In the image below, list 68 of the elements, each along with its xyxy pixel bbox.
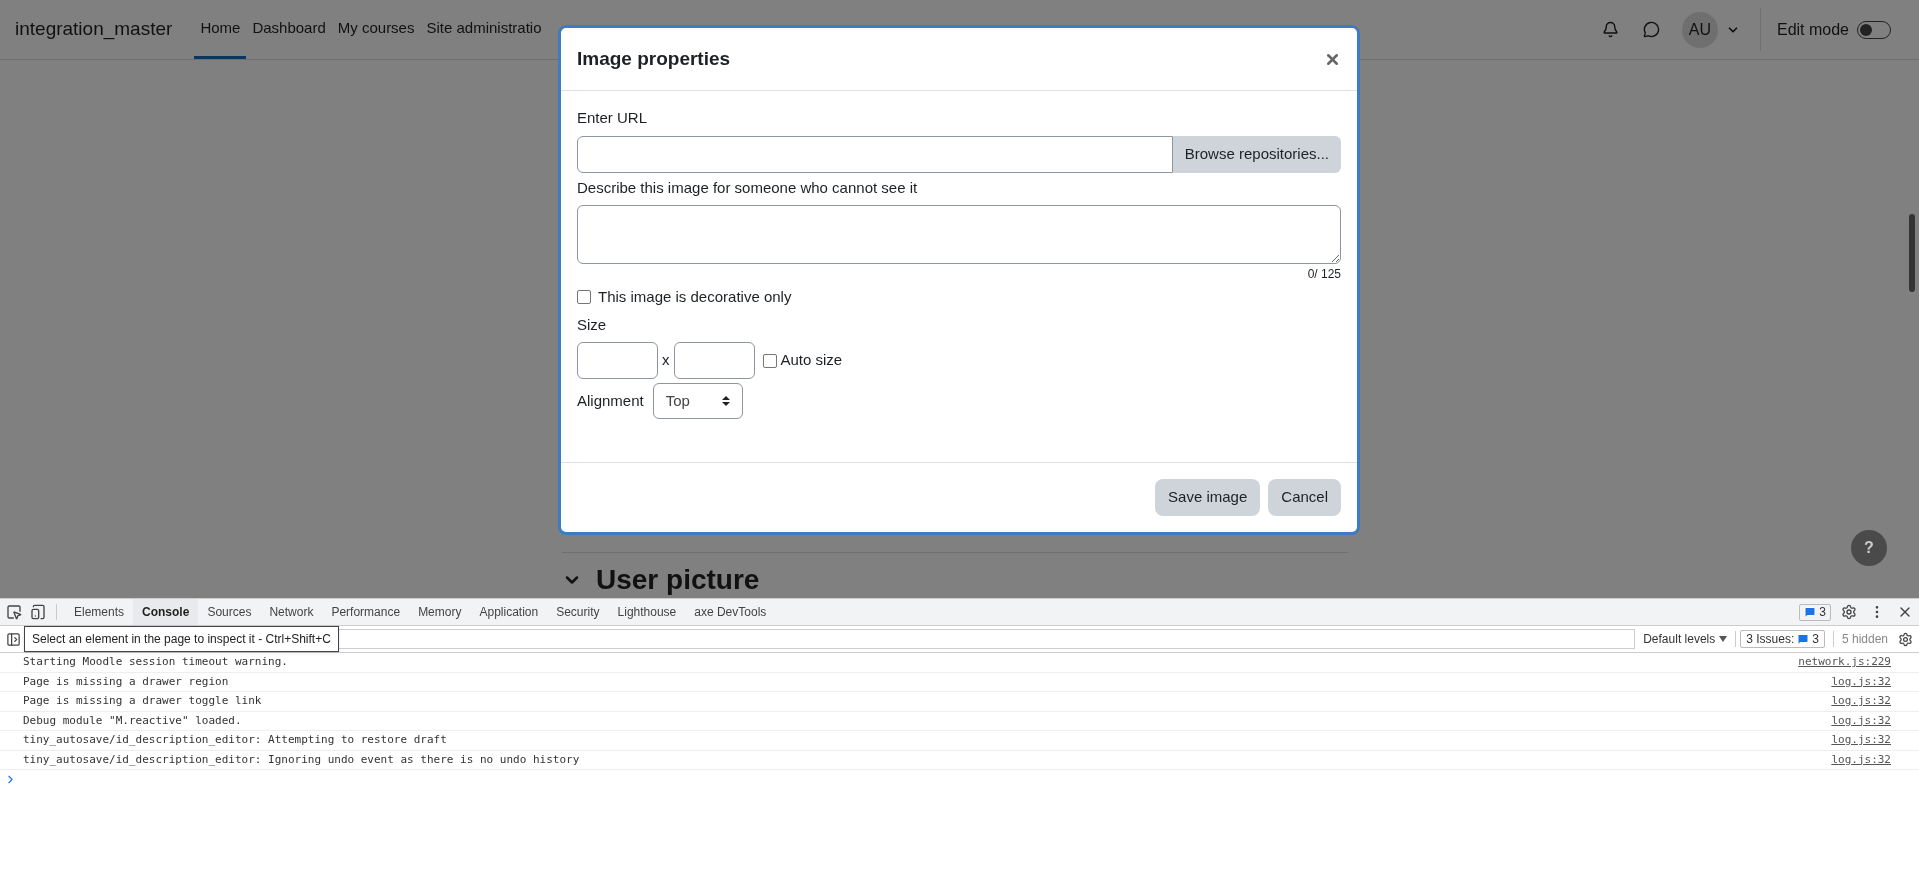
edit-mode-label: Edit mode: [1776, 19, 1849, 40]
user-avatar[interactable]: AU: [1681, 11, 1718, 48]
devtools-tab[interactable]: Application: [470, 599, 548, 625]
devtools-tab[interactable]: Console: [133, 599, 199, 625]
browse-repositories-button[interactable]: Browse repositories...: [1172, 135, 1341, 173]
scrollbar-thumb[interactable]: [1909, 214, 1915, 292]
nav-link[interactable]: Site administratio: [420, 0, 548, 59]
messages-badge[interactable]: 3: [1799, 603, 1831, 621]
alignment-label: Alignment: [577, 390, 644, 411]
devtools-tab[interactable]: axe DevTools: [685, 599, 776, 625]
description-field[interactable]: [577, 205, 1341, 264]
bell-icon[interactable]: [1601, 21, 1619, 38]
settings-icon[interactable]: [1841, 604, 1857, 620]
height-field[interactable]: [673, 342, 755, 379]
issues-counter[interactable]: 3 Issues: 3: [1740, 630, 1825, 648]
description-label: Describe this image for someone who cannot see it: [577, 177, 919, 198]
devtools-tab[interactable]: Memory: [409, 599, 471, 625]
devtools-tab[interactable]: Network: [260, 599, 323, 625]
devtools-tab[interactable]: Performance: [322, 599, 410, 625]
sidebar-toggle-icon[interactable]: [6, 631, 21, 647]
device-toolbar-icon[interactable]: [30, 604, 46, 620]
cancel-button[interactable]: Cancel: [1268, 479, 1341, 516]
message-icon: [1804, 606, 1817, 618]
source-link[interactable]: network.js:229: [1798, 654, 1891, 671]
width-field[interactable]: [577, 342, 658, 379]
source-link[interactable]: log.js:32: [1831, 751, 1891, 768]
edit-mode-toggle[interactable]: [1857, 20, 1891, 39]
site-name[interactable]: integration_master: [15, 15, 173, 44]
size-label: Size: [577, 314, 608, 335]
chat-icon[interactable]: [1642, 21, 1660, 38]
inspect-icon[interactable]: [6, 604, 22, 620]
source-link[interactable]: log.js:32: [1831, 673, 1891, 690]
log-levels-dropdown[interactable]: Default levels: [1643, 630, 1728, 648]
console-message: Starting Moodle session timeout warning.: [23, 654, 289, 670]
dialog-title: Image properties: [577, 46, 731, 71]
character-counter: 0/ 125: [1307, 266, 1341, 283]
devtools-tab[interactable]: Sources: [198, 599, 261, 625]
source-link[interactable]: log.js:32: [1831, 732, 1891, 749]
help-button[interactable]: ?: [1851, 530, 1887, 566]
hidden-count: 5 hidden: [1841, 631, 1888, 648]
console-message: Page is missing a drawer region: [23, 673, 230, 690]
checkbox[interactable]: [762, 353, 777, 368]
message-icon: [1797, 633, 1810, 645]
nav-link[interactable]: Home: [194, 0, 247, 59]
section-heading[interactable]: User picture: [596, 558, 760, 601]
source-link[interactable]: log.js:32: [1831, 693, 1891, 710]
console-message: Debug module "M.reactive" loaded.: [23, 712, 243, 729]
size-separator: x: [662, 350, 670, 371]
devtools-tab[interactable]: Elements: [65, 599, 134, 625]
tooltip: Select an element in the page to inspect it - Ctrl+Shift+C: [24, 626, 339, 652]
console-message: Page is missing a drawer toggle link: [23, 693, 263, 709]
auto-size-label: Auto size: [780, 350, 843, 371]
devtools-tab[interactable]: Security: [547, 599, 609, 625]
settings-icon[interactable]: [1898, 631, 1913, 647]
nav-link[interactable]: Dashboard: [246, 0, 332, 59]
url-label: Enter URL: [577, 108, 649, 128]
alignment-select[interactable]: Top: [652, 383, 743, 419]
devtools-tab[interactable]: Lighthouse: [608, 599, 686, 625]
nav-link[interactable]: My courses: [331, 0, 421, 59]
checkbox[interactable]: [577, 290, 591, 305]
sort-arrows-icon: [721, 395, 730, 407]
decorative-label: This image is decorative only: [598, 287, 792, 307]
source-link[interactable]: log.js:32: [1831, 712, 1891, 729]
console-message: tiny_autosave/id_description_editor: Attempting to restore draft: [23, 732, 448, 748]
console-message: tiny_autosave/id_description_editor: Ignoring undo event as there is no undo history: [23, 751, 581, 768]
save-image-button[interactable]: Save image: [1155, 479, 1261, 516]
dropdown-arrow-icon: [1719, 636, 1728, 642]
url-field[interactable]: [577, 135, 1173, 173]
